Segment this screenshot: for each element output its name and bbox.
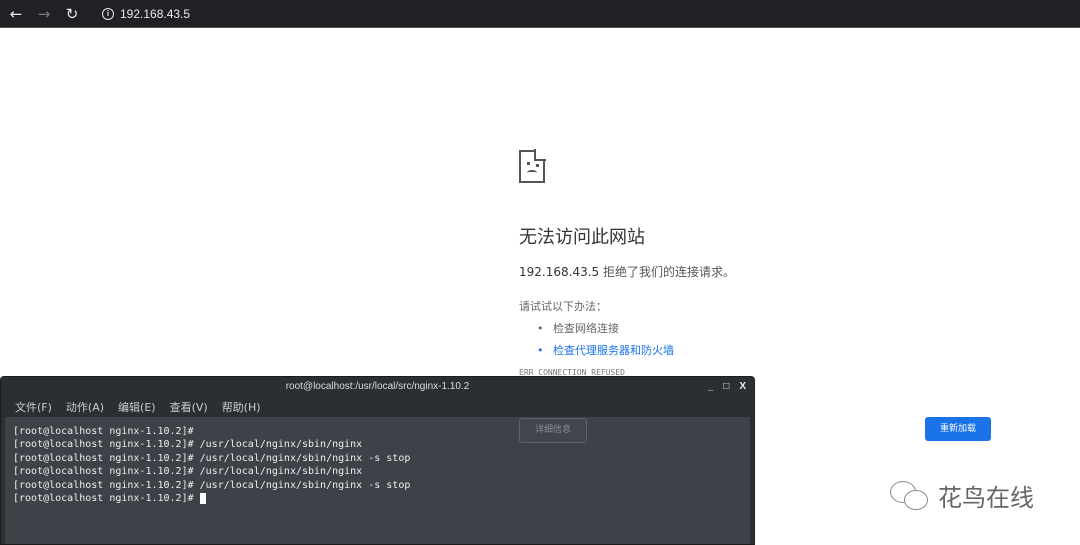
menu-help[interactable]: 帮助(H) [222,399,261,415]
browser-toolbar: ← → ↻ i 192.168.43.5 [0,0,1080,28]
terminal-window: root@localhost:/usr/local/src/nginx-1.10… [0,376,755,545]
error-title: 无法访问此网站 [519,227,645,248]
error-page: 无法访问此网站 192.168.43.5 拒绝了我们的连接请求。 请试试以下办法… [519,149,735,377]
suggestion-check-proxy-link[interactable]: 检查代理服务器和防火墙 [537,342,735,358]
maximize-icon[interactable]: □ [723,377,729,397]
sad-page-icon [519,149,546,183]
error-message-text: 拒绝了我们的连接请求。 [599,265,735,279]
menu-view[interactable]: 查看(V) [170,399,208,415]
menu-edit[interactable]: 编辑(E) [118,399,156,415]
address-bar[interactable]: i 192.168.43.5 [102,7,190,21]
watermark: 花鸟在线 [890,478,1034,513]
forward-button[interactable]: → [32,5,56,23]
terminal-line: [root@localhost nginx-1.10.2]# [13,493,200,505]
terminal-prompt-line: [root@localhost nginx-1.10.2]# [13,492,742,505]
terminal-line: [root@localhost nginx-1.10.2]# /usr/loca… [13,466,363,478]
reload-button[interactable]: 重新加载 [925,417,991,441]
try-label: 请试试以下办法： [519,300,607,313]
watermark-text: 花鸟在线 [938,484,1034,512]
wechat-icon [890,480,932,511]
terminal-title: root@localhost:/usr/local/src/nginx-1.10… [285,381,470,392]
info-icon[interactable]: i [102,7,114,20]
menu-action[interactable]: 动作(A) [66,399,104,415]
terminal-menubar: 文件(F) 动作(A) 编辑(E) 查看(V) 帮助(H) [1,397,754,417]
minimize-icon[interactable]: _ [708,377,714,397]
terminal-line: [root@localhost nginx-1.10.2]# [13,426,194,437]
error-host: 192.168.43.5 [519,265,600,279]
close-icon[interactable]: X [739,377,746,397]
terminal-output[interactable]: [root@localhost nginx-1.10.2]# [root@loca… [5,417,750,544]
url-text: 192.168.43.5 [120,6,191,21]
suggestion-check-network: 检查网络连接 [537,320,735,336]
terminal-line: [root@localhost nginx-1.10.2]# /usr/loca… [13,479,411,491]
terminal-line: [root@localhost nginx-1.10.2]# /usr/loca… [13,439,363,451]
reload-icon-button[interactable]: ↻ [60,5,84,23]
terminal-line: [root@localhost nginx-1.10.2]# /usr/loca… [13,452,411,464]
back-button[interactable]: ← [4,5,28,23]
details-button[interactable]: 详细信息 [519,418,587,443]
terminal-titlebar[interactable]: root@localhost:/usr/local/src/nginx-1.10… [1,377,754,397]
terminal-cursor [199,492,206,504]
suggestion-list: 检查网络连接 检查代理服务器和防火墙 [537,320,735,358]
menu-file[interactable]: 文件(F) [15,399,52,415]
error-message: 192.168.43.5 拒绝了我们的连接请求。 [519,263,735,280]
